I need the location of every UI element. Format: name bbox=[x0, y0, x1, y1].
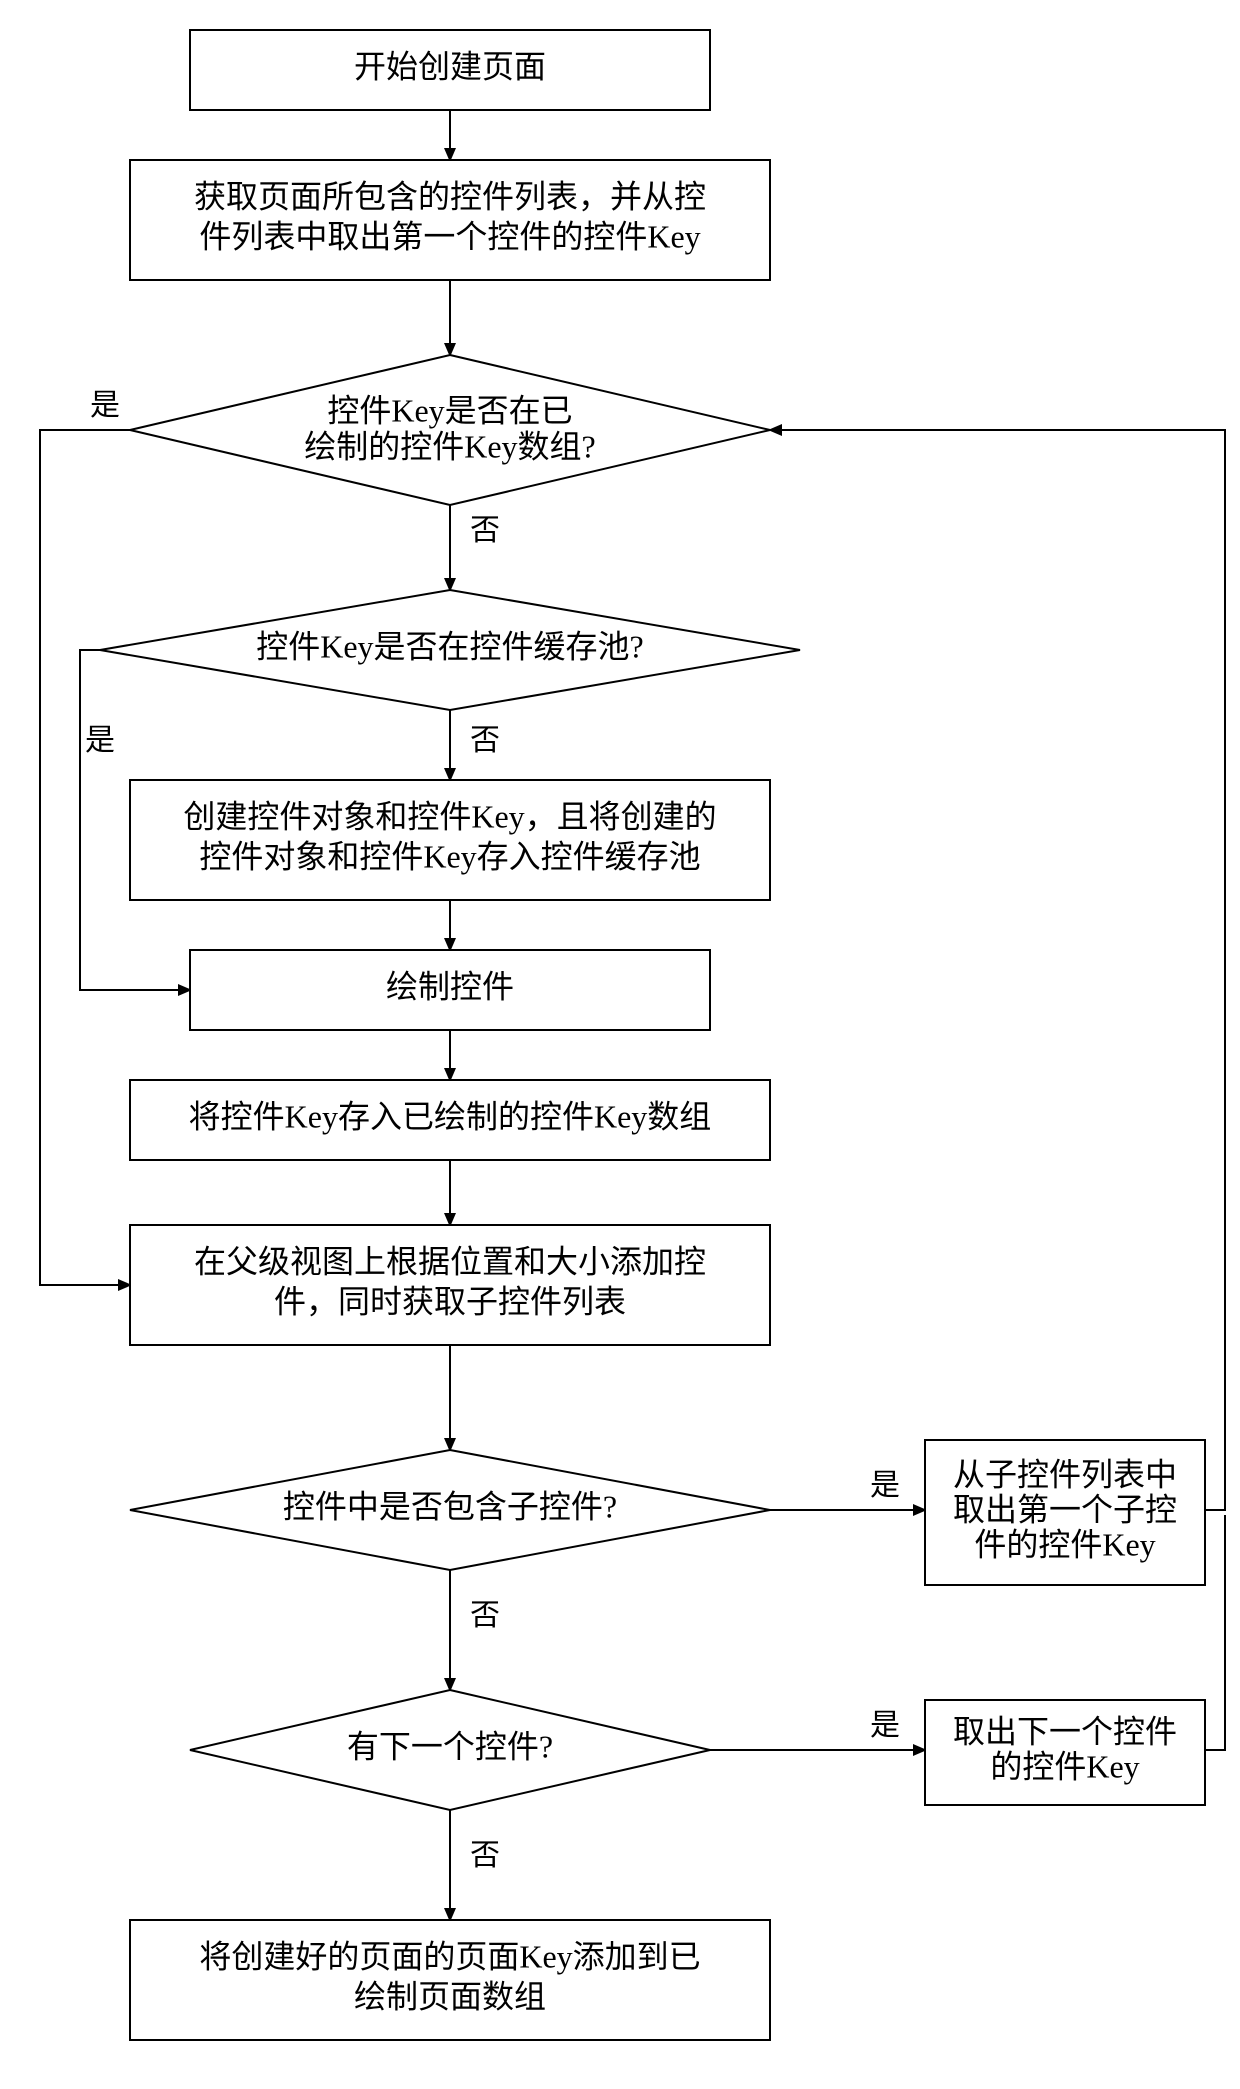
text-dchild: 控件中是否包含子控件? bbox=[283, 1488, 617, 1524]
text-dcache: 控件Key是否在控件缓存池? bbox=[256, 628, 644, 664]
text-takenext-1: 取出下一个控件 bbox=[953, 1713, 1177, 1749]
node-d-drawn: 控件Key是否在已 绘制的控件Key数组? bbox=[130, 355, 770, 505]
text-takechild-1: 从子控件列表中 bbox=[953, 1456, 1177, 1492]
text-create-2: 控件对象和控件Key存入控件缓存池 bbox=[199, 838, 700, 874]
arrow-ddrawn-yes bbox=[40, 430, 130, 1285]
flowchart: 开始创建页面 获取页面所包含的控件列表，并从控 件列表中取出第一个控件的控件Ke… bbox=[0, 0, 1240, 2089]
label-dchild-no: 否 bbox=[470, 1599, 500, 1632]
node-create: 创建控件对象和控件Key，且将创建的 控件对象和控件Key存入控件缓存池 bbox=[130, 780, 770, 900]
text-finish-1: 将创建好的页面的页面Key添加到已 bbox=[199, 1938, 700, 1974]
label-dcache-yes: 是 bbox=[85, 724, 115, 757]
label-dchild-yes: 是 bbox=[870, 1469, 900, 1502]
text-ddrawn-1: 控件Key是否在已 bbox=[327, 392, 572, 428]
label-ddrawn-no: 否 bbox=[470, 514, 500, 547]
text-addparent-2: 件，同时获取子控件列表 bbox=[274, 1283, 626, 1319]
node-takenext: 取出下一个控件 的控件Key bbox=[925, 1700, 1205, 1805]
text-dnext: 有下一个控件? bbox=[347, 1728, 553, 1764]
node-d-cache: 控件Key是否在控件缓存池? bbox=[100, 590, 800, 710]
text-addparent-1: 在父级视图上根据位置和大小添加控 bbox=[194, 1243, 706, 1279]
node-storekey: 将控件Key存入已绘制的控件Key数组 bbox=[130, 1080, 770, 1160]
text-start: 开始创建页面 bbox=[354, 48, 546, 84]
node-start: 开始创建页面 bbox=[190, 30, 710, 110]
label-ddrawn-yes: 是 bbox=[90, 389, 120, 422]
node-takechild: 从子控件列表中 取出第一个子控 件的控件Key bbox=[925, 1440, 1205, 1585]
text-getlist-2: 件列表中取出第一个控件的控件Key bbox=[199, 218, 700, 254]
label-dnext-no: 否 bbox=[470, 1839, 500, 1872]
text-storekey: 将控件Key存入已绘制的控件Key数组 bbox=[189, 1098, 712, 1134]
node-finish: 将创建好的页面的页面Key添加到已 绘制页面数组 bbox=[130, 1920, 770, 2040]
label-dcache-no: 否 bbox=[470, 724, 500, 757]
label-dnext-yes: 是 bbox=[870, 1709, 900, 1742]
node-addparent: 在父级视图上根据位置和大小添加控 件，同时获取子控件列表 bbox=[130, 1225, 770, 1345]
text-draw: 绘制控件 bbox=[386, 968, 514, 1004]
text-getlist-1: 获取页面所包含的控件列表，并从控 bbox=[194, 178, 706, 214]
text-finish-2: 绘制页面数组 bbox=[354, 1978, 546, 2014]
arrow-takechild-back bbox=[770, 430, 1225, 1510]
node-getlist: 获取页面所包含的控件列表，并从控 件列表中取出第一个控件的控件Key bbox=[130, 160, 770, 280]
text-takechild-3: 件的控件Key bbox=[974, 1526, 1155, 1562]
arrow-takenext-back bbox=[1205, 1515, 1225, 1750]
node-d-next: 有下一个控件? bbox=[190, 1690, 710, 1810]
text-ddrawn-2: 绘制的控件Key数组? bbox=[304, 428, 596, 464]
text-takenext-2: 的控件Key bbox=[990, 1748, 1139, 1784]
text-takechild-2: 取出第一个子控 bbox=[953, 1491, 1177, 1527]
text-create-1: 创建控件对象和控件Key，且将创建的 bbox=[183, 798, 716, 834]
node-draw: 绘制控件 bbox=[190, 950, 710, 1030]
node-d-child: 控件中是否包含子控件? bbox=[130, 1450, 770, 1570]
